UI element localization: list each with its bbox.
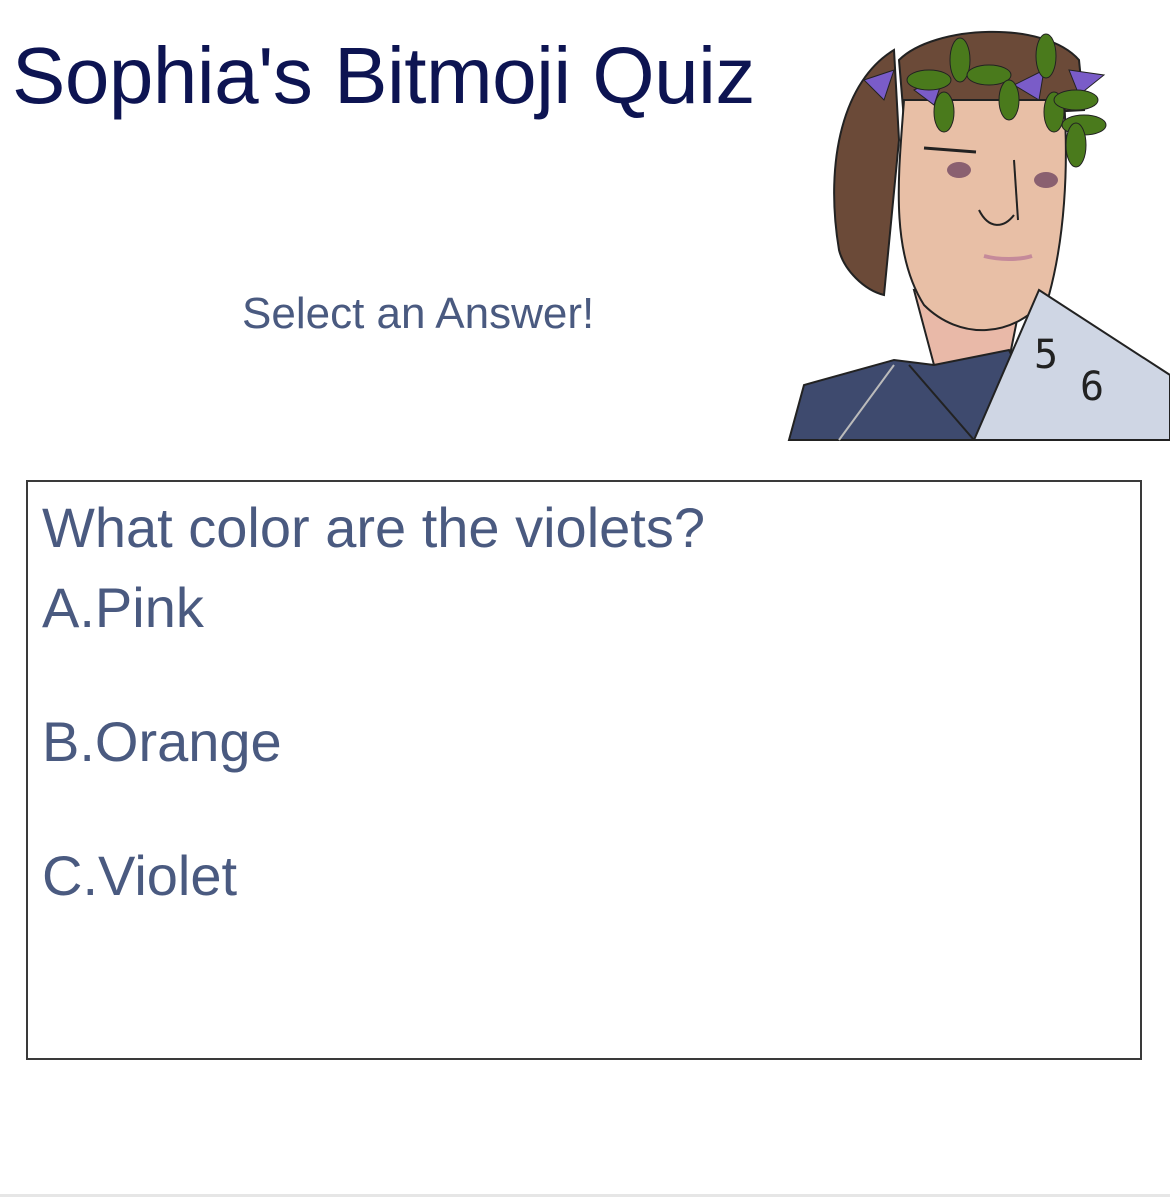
shirt-number-6: 6 <box>1080 364 1104 410</box>
answer-option-c[interactable]: C.Violet <box>42 848 237 904</box>
quiz-card: What color are the violets? A.Pink B.Ora… <box>26 480 1142 1060</box>
instruction-text: Select an Answer! <box>242 289 595 338</box>
answer-option-b[interactable]: B.Orange <box>42 714 282 770</box>
shirt-number-5: 5 <box>1034 332 1058 378</box>
hair-shape <box>833 48 901 297</box>
page-title: Sophia's Bitmoji Quiz <box>12 31 755 120</box>
bottom-divider <box>0 1194 1170 1197</box>
answer-option-a[interactable]: A.Pink <box>42 580 204 636</box>
question-text: What color are the violets? <box>42 496 705 559</box>
bitmoji-avatar-icon: 5 6 <box>787 30 1170 441</box>
